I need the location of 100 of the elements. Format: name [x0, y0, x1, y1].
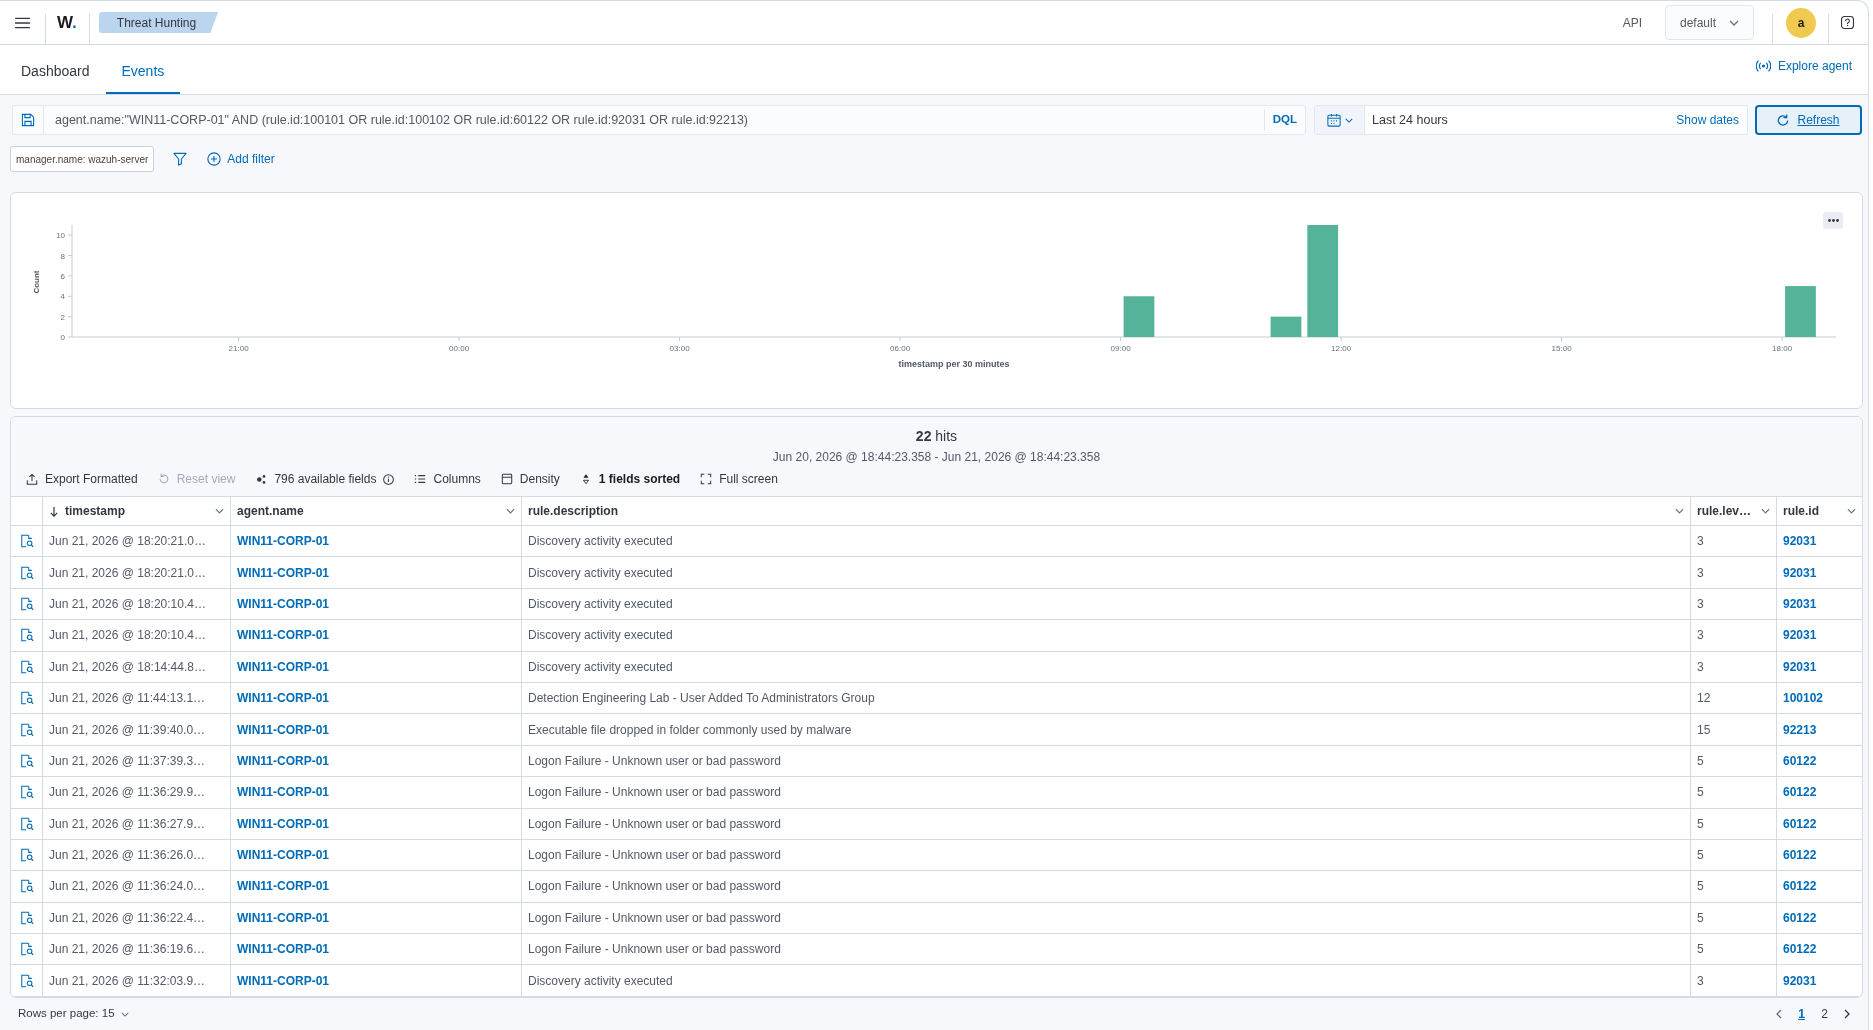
document-search-icon[interactable] [19, 691, 34, 706]
table-link[interactable]: WIN11-CORP-01 [237, 751, 330, 770]
table-cell: Executable file dropped in folder commonly used by malware [522, 714, 1691, 746]
caret-icon[interactable] [1761, 508, 1770, 514]
chart-options-button[interactable] [1823, 212, 1843, 229]
document-search-icon[interactable] [19, 565, 34, 580]
table-cell: Discovery activity executed [522, 965, 1691, 997]
table-link[interactable]: WIN11-CORP-01 [237, 532, 330, 551]
column-header[interactable]: rule.id [1777, 497, 1862, 526]
table-link[interactable]: 100102 [1783, 689, 1824, 708]
table-link[interactable]: 92031 [1783, 971, 1817, 990]
document-search-icon[interactable] [19, 659, 34, 674]
table-cell: Logon Failure - Unknown user or bad password [522, 934, 1691, 966]
refresh-button[interactable]: Refresh [1755, 105, 1862, 135]
document-search-icon[interactable] [19, 628, 34, 643]
table-link[interactable]: WIN11-CORP-01 [237, 563, 330, 582]
table-link[interactable]: WIN11-CORP-01 [237, 908, 330, 927]
export-button[interactable]: Export Formatted [26, 470, 138, 488]
table-link[interactable]: 92031 [1783, 657, 1817, 676]
document-search-icon[interactable] [19, 973, 34, 988]
table-link[interactable]: WIN11-CORP-01 [237, 940, 330, 959]
table-link[interactable]: WIN11-CORP-01 [237, 877, 330, 896]
table-link[interactable]: 60122 [1783, 751, 1817, 770]
table-link[interactable]: WIN11-CORP-01 [237, 971, 330, 990]
space-select[interactable]: default [1665, 5, 1754, 40]
table-cell: Jun 21, 2026 @ 11:37:39.3… [43, 745, 231, 778]
document-search-icon[interactable] [19, 942, 34, 957]
menu-icon[interactable] [15, 16, 30, 29]
document-search-icon[interactable] [19, 785, 34, 800]
column-header[interactable]: rule.lev… [1691, 497, 1777, 526]
caret-icon[interactable] [1675, 508, 1684, 514]
filter-icon[interactable] [173, 152, 188, 166]
dql-button[interactable]: DQL [1263, 109, 1305, 131]
axis-tick-label: 03:00 [669, 344, 690, 353]
arrow-down-icon [49, 505, 59, 517]
explore-agent-link[interactable]: Explore agent [1755, 58, 1852, 74]
rows-per-page-button[interactable]: Rows per page: 15 [18, 1005, 129, 1023]
tab[interactable]: Dashboard [5, 45, 106, 94]
sort-button[interactable]: 1 fields sorted [579, 470, 681, 488]
table-cell: Jun 21, 2026 @ 18:20:21.0… [43, 557, 231, 589]
axis-tick-label: 4 [60, 292, 65, 302]
document-search-icon[interactable] [19, 816, 34, 831]
add-filter-button[interactable]: Add filter [207, 150, 275, 168]
list-icon [414, 473, 427, 485]
table-cell: 5 [1691, 808, 1777, 840]
density-button[interactable]: Density [500, 470, 560, 488]
document-search-icon[interactable] [19, 534, 34, 549]
table-link[interactable]: 60122 [1783, 814, 1817, 833]
table-link[interactable]: 92213 [1783, 720, 1817, 739]
columns-button[interactable]: Columns [414, 470, 481, 488]
filter-pill[interactable]: manager.name: wazuh-server [10, 146, 155, 172]
quick-select-button[interactable] [1315, 106, 1365, 134]
chevron-left-icon [1776, 1009, 1782, 1019]
table-cell: Jun 21, 2026 @ 11:39:40.0… [43, 714, 231, 746]
document-search-icon[interactable] [19, 848, 34, 863]
table-link[interactable]: WIN11-CORP-01 [237, 846, 330, 865]
table-link[interactable]: 60122 [1783, 877, 1817, 896]
document-search-icon[interactable] [19, 879, 34, 894]
time-range[interactable]: Last 24 hours [1372, 110, 1448, 130]
table-cell: 5 [1691, 871, 1777, 903]
help-icon[interactable] [1841, 16, 1854, 29]
table-link[interactable]: WIN11-CORP-01 [237, 594, 330, 613]
axis-tick-label: 21:00 [228, 344, 249, 353]
table-link[interactable]: WIN11-CORP-01 [237, 720, 330, 739]
table-link[interactable]: 60122 [1783, 940, 1817, 959]
caret-icon[interactable] [506, 508, 515, 514]
page-button[interactable]: 2 [1813, 1004, 1836, 1024]
table-link[interactable]: 60122 [1783, 846, 1817, 865]
breadcrumb[interactable]: Threat Hunting [98, 12, 219, 33]
table-link[interactable]: 60122 [1783, 783, 1817, 802]
column-header[interactable]: rule.description [522, 497, 1691, 526]
api-link[interactable]: API [1622, 13, 1642, 32]
document-search-icon[interactable] [19, 722, 34, 737]
table-link[interactable]: WIN11-CORP-01 [237, 626, 330, 645]
caret-icon[interactable] [1847, 508, 1856, 514]
table-link[interactable]: 92031 [1783, 626, 1817, 645]
table-link[interactable]: 92031 [1783, 594, 1817, 613]
show-dates-link[interactable]: Show dates [1676, 111, 1739, 129]
page-button[interactable]: 1 [1790, 1004, 1813, 1024]
fullscreen-button[interactable]: Full screen [700, 470, 778, 488]
table-link[interactable]: WIN11-CORP-01 [237, 814, 330, 833]
column-header[interactable]: agent.name [231, 497, 522, 526]
table-cell: Jun 21, 2026 @ 11:36:26.0… [43, 839, 231, 872]
column-header[interactable]: timestamp [43, 497, 231, 526]
table-link[interactable]: 60122 [1783, 908, 1817, 927]
search-bar[interactable]: agent.name:"WIN11-CORP-01" AND (rule.id:100101 OR rule.id:100102 OR rule.id:60122 OR rule.id:92031 OR rule.id:92213) DQL [12, 105, 1306, 135]
logo[interactable]: W. [57, 12, 77, 33]
table-link[interactable]: WIN11-CORP-01 [237, 657, 330, 676]
table-link[interactable]: 92031 [1783, 532, 1817, 551]
caret-icon[interactable] [215, 508, 224, 514]
document-search-icon[interactable] [19, 596, 34, 611]
table-cell: Jun 21, 2026 @ 11:36:27.9… [43, 808, 231, 840]
table-link[interactable]: WIN11-CORP-01 [237, 689, 330, 708]
document-search-icon[interactable] [19, 910, 34, 925]
table-link[interactable]: WIN11-CORP-01 [237, 783, 330, 802]
table-link[interactable]: 92031 [1783, 563, 1817, 582]
available-fields-button[interactable]: 796 available fields [255, 470, 395, 488]
query-field[interactable]: agent.name:"WIN11-CORP-01" AND (rule.id:100101 OR rule.id:100102 OR rule.id:60122 OR rule.id:92031 OR rule.id:92213) [44, 106, 1264, 134]
document-search-icon[interactable] [19, 753, 34, 768]
avatar[interactable]: a [1786, 7, 1816, 38]
